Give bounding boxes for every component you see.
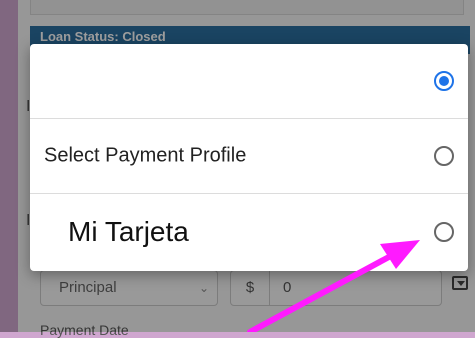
arrow-head-icon [380, 240, 420, 269]
arrow-shaft [247, 248, 403, 332]
annotation-arrow [247, 240, 420, 332]
